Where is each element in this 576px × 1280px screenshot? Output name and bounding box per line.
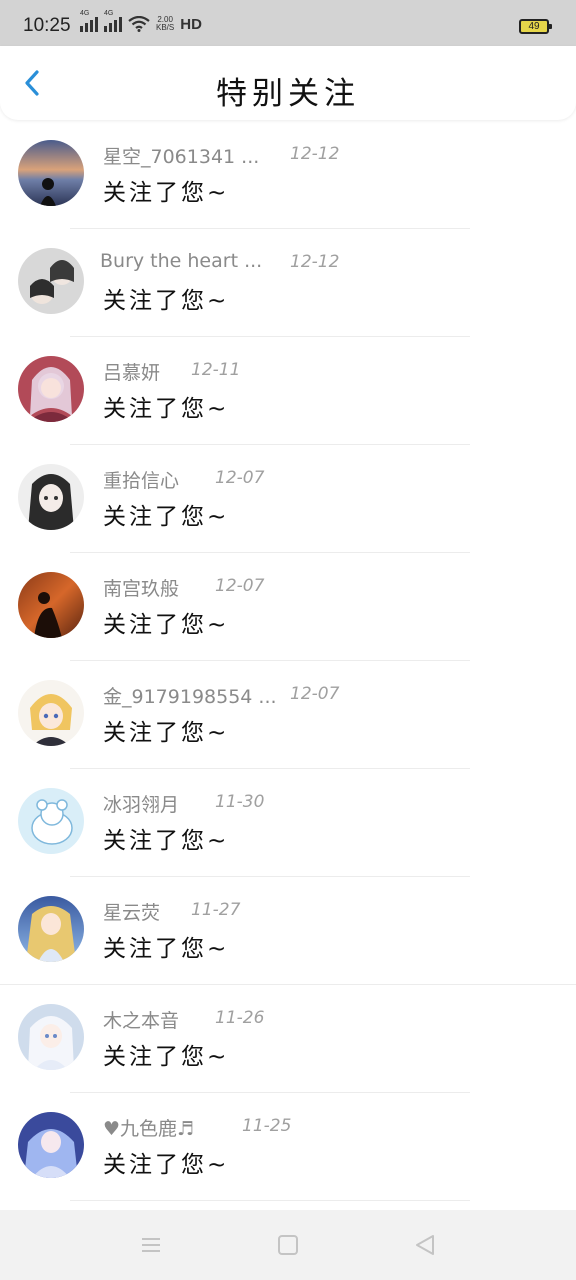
list-item[interactable]: 星空_7061341 ... 12-12 关注了您~ xyxy=(0,121,576,229)
follow-message: 关注了您~ xyxy=(103,612,230,638)
signal-icon: 4G xyxy=(104,10,122,32)
user-name: 星云荧 xyxy=(103,902,161,924)
signal-icon: 4G xyxy=(80,10,98,32)
follow-date: 12-07 xyxy=(215,468,265,488)
home-square-icon[interactable] xyxy=(276,1233,300,1257)
wifi-icon xyxy=(128,16,150,32)
status-icons: 4G 4G 2.00 KB/S HD xyxy=(80,10,202,34)
user-name: 金_9179198554 ... xyxy=(103,686,277,708)
network-speed: 2.00 KB/S xyxy=(156,15,175,32)
follow-date: 12-12 xyxy=(290,252,340,272)
list-item[interactable]: 南宫玖般 12-07 关注了您~ xyxy=(0,553,576,661)
follow-date: 12-12 xyxy=(290,144,340,164)
follow-message: 关注了您~ xyxy=(103,504,230,530)
follow-date: 11-27 xyxy=(191,900,241,920)
list-item[interactable]: 木之本音 11-26 关注了您~ xyxy=(0,985,576,1093)
avatar[interactable] xyxy=(18,572,84,638)
page-header: 特别关注 xyxy=(0,46,576,120)
user-name: ♥九色鹿♬ xyxy=(103,1118,195,1140)
special-follow-list: 星空_7061341 ... 12-12 关注了您~ Bury the hear… xyxy=(0,121,576,1201)
user-name: Bury the heart ... xyxy=(100,250,263,272)
follow-date: 12-07 xyxy=(290,684,340,704)
avatar[interactable] xyxy=(18,140,84,206)
status-bar: 10:25 4G 4G 2.00 KB/S HD 49 xyxy=(0,0,576,46)
avatar[interactable] xyxy=(18,356,84,422)
menu-icon[interactable] xyxy=(139,1233,163,1257)
avatar[interactable] xyxy=(18,680,84,746)
list-item[interactable]: 重拾信心 12-07 关注了您~ xyxy=(0,445,576,553)
user-name: 重拾信心 xyxy=(103,470,180,492)
avatar[interactable] xyxy=(18,788,84,854)
follow-date: 12-11 xyxy=(191,360,241,380)
system-nav-bar xyxy=(0,1210,576,1280)
follow-message: 关注了您~ xyxy=(103,828,230,854)
page-title: 特别关注 xyxy=(216,76,360,112)
list-item[interactable]: 星云荧 11-27 关注了您~ xyxy=(0,877,576,985)
list-item[interactable]: 吕慕妍 12-11 关注了您~ xyxy=(0,337,576,445)
follow-message: 关注了您~ xyxy=(103,1044,230,1070)
follow-message: 关注了您~ xyxy=(103,1152,230,1178)
avatar[interactable] xyxy=(18,464,84,530)
follow-message: 关注了您~ xyxy=(103,288,230,314)
battery-icon: 49 xyxy=(519,19,552,34)
avatar[interactable] xyxy=(18,1112,84,1178)
follow-message: 关注了您~ xyxy=(103,180,230,206)
user-name: 冰羽翎月 xyxy=(103,794,180,816)
list-item[interactable]: 金_9179198554 ... 12-07 关注了您~ xyxy=(0,661,576,769)
avatar[interactable] xyxy=(18,1004,84,1070)
follow-date: 11-26 xyxy=(215,1008,265,1028)
user-name: 南宫玖般 xyxy=(103,578,180,600)
user-name: 星空_7061341 ... xyxy=(103,146,260,168)
avatar[interactable] xyxy=(18,896,84,962)
user-name: 吕慕妍 xyxy=(103,362,161,384)
follow-message: 关注了您~ xyxy=(103,936,230,962)
follow-date: 12-07 xyxy=(215,576,265,596)
list-item[interactable]: Bury the heart ... 12-12 关注了您~ xyxy=(0,229,576,337)
follow-message: 关注了您~ xyxy=(103,720,230,746)
back-triangle-icon[interactable] xyxy=(413,1233,437,1257)
hd-indicator: HD xyxy=(180,15,202,33)
list-item[interactable]: ♥九色鹿♬ 11-25 关注了您~ xyxy=(0,1093,576,1201)
follow-date: 11-25 xyxy=(242,1116,292,1136)
avatar[interactable] xyxy=(18,248,84,314)
follow-message: 关注了您~ xyxy=(103,396,230,422)
follow-date: 11-30 xyxy=(215,792,265,812)
divider xyxy=(70,1200,470,1201)
status-time: 10:25 xyxy=(23,15,71,36)
user-name: 木之本音 xyxy=(103,1010,180,1032)
list-item[interactable]: 冰羽翎月 11-30 关注了您~ xyxy=(0,769,576,877)
